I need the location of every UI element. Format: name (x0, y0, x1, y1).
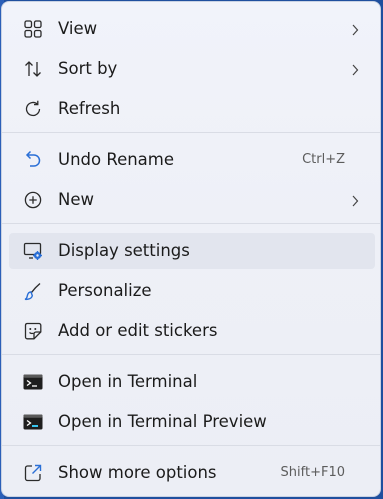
menu-item-display-settings[interactable]: Display settings (9, 233, 375, 269)
menu-separator (2, 132, 380, 133)
chevron-right-icon (350, 193, 360, 207)
menu-item-stickers[interactable]: Add or edit stickers (9, 313, 375, 349)
shortcut-text: Shift+F10 (280, 465, 345, 480)
menu-item-show-more-options[interactable]: Show more options Shift+F10 (9, 455, 375, 491)
menu-separator (2, 445, 380, 446)
refresh-icon (23, 99, 43, 119)
sort-icon (23, 59, 43, 79)
menu-item-label: Open in Terminal (58, 372, 198, 391)
share-icon (23, 463, 43, 483)
grid-icon (23, 19, 43, 39)
undo-icon (23, 150, 43, 170)
menu-item-open-terminal-preview[interactable]: Open in Terminal Preview (9, 404, 375, 440)
menu-item-label: Refresh (58, 99, 121, 118)
chevron-right-icon (350, 22, 360, 36)
display-settings-icon (23, 241, 43, 261)
menu-item-label: Undo Rename (58, 150, 175, 169)
menu-item-label: Open in Terminal Preview (58, 412, 267, 431)
menu-item-sort-by[interactable]: Sort by (9, 51, 375, 87)
paintbrush-icon (23, 281, 43, 301)
menu-item-undo-rename[interactable]: Undo Rename Ctrl+Z (9, 142, 375, 178)
menu-item-label: Show more options (58, 463, 217, 482)
menu-item-view[interactable]: View (9, 11, 375, 47)
menu-separator (2, 223, 380, 224)
desktop-context-menu: View Sort by Refresh Undo Rename Ctrl+Z … (1, 1, 381, 497)
menu-separator (2, 354, 380, 355)
menu-item-label: Personalize (58, 281, 152, 300)
menu-item-new[interactable]: New (9, 182, 375, 218)
shortcut-text: Ctrl+Z (302, 152, 345, 167)
terminal-icon (23, 372, 43, 392)
plus-circle-icon (23, 190, 43, 210)
menu-item-open-terminal[interactable]: Open in Terminal (9, 364, 375, 400)
menu-item-refresh[interactable]: Refresh (9, 91, 375, 127)
menu-item-label: Add or edit stickers (58, 321, 218, 340)
menu-item-label: Sort by (58, 59, 118, 78)
sticker-icon (23, 321, 43, 341)
terminal-preview-icon (23, 412, 43, 432)
menu-item-personalize[interactable]: Personalize (9, 273, 375, 309)
menu-item-label: View (58, 19, 98, 38)
menu-item-label: New (58, 190, 94, 209)
chevron-right-icon (350, 62, 360, 76)
menu-item-label: Display settings (58, 241, 190, 260)
